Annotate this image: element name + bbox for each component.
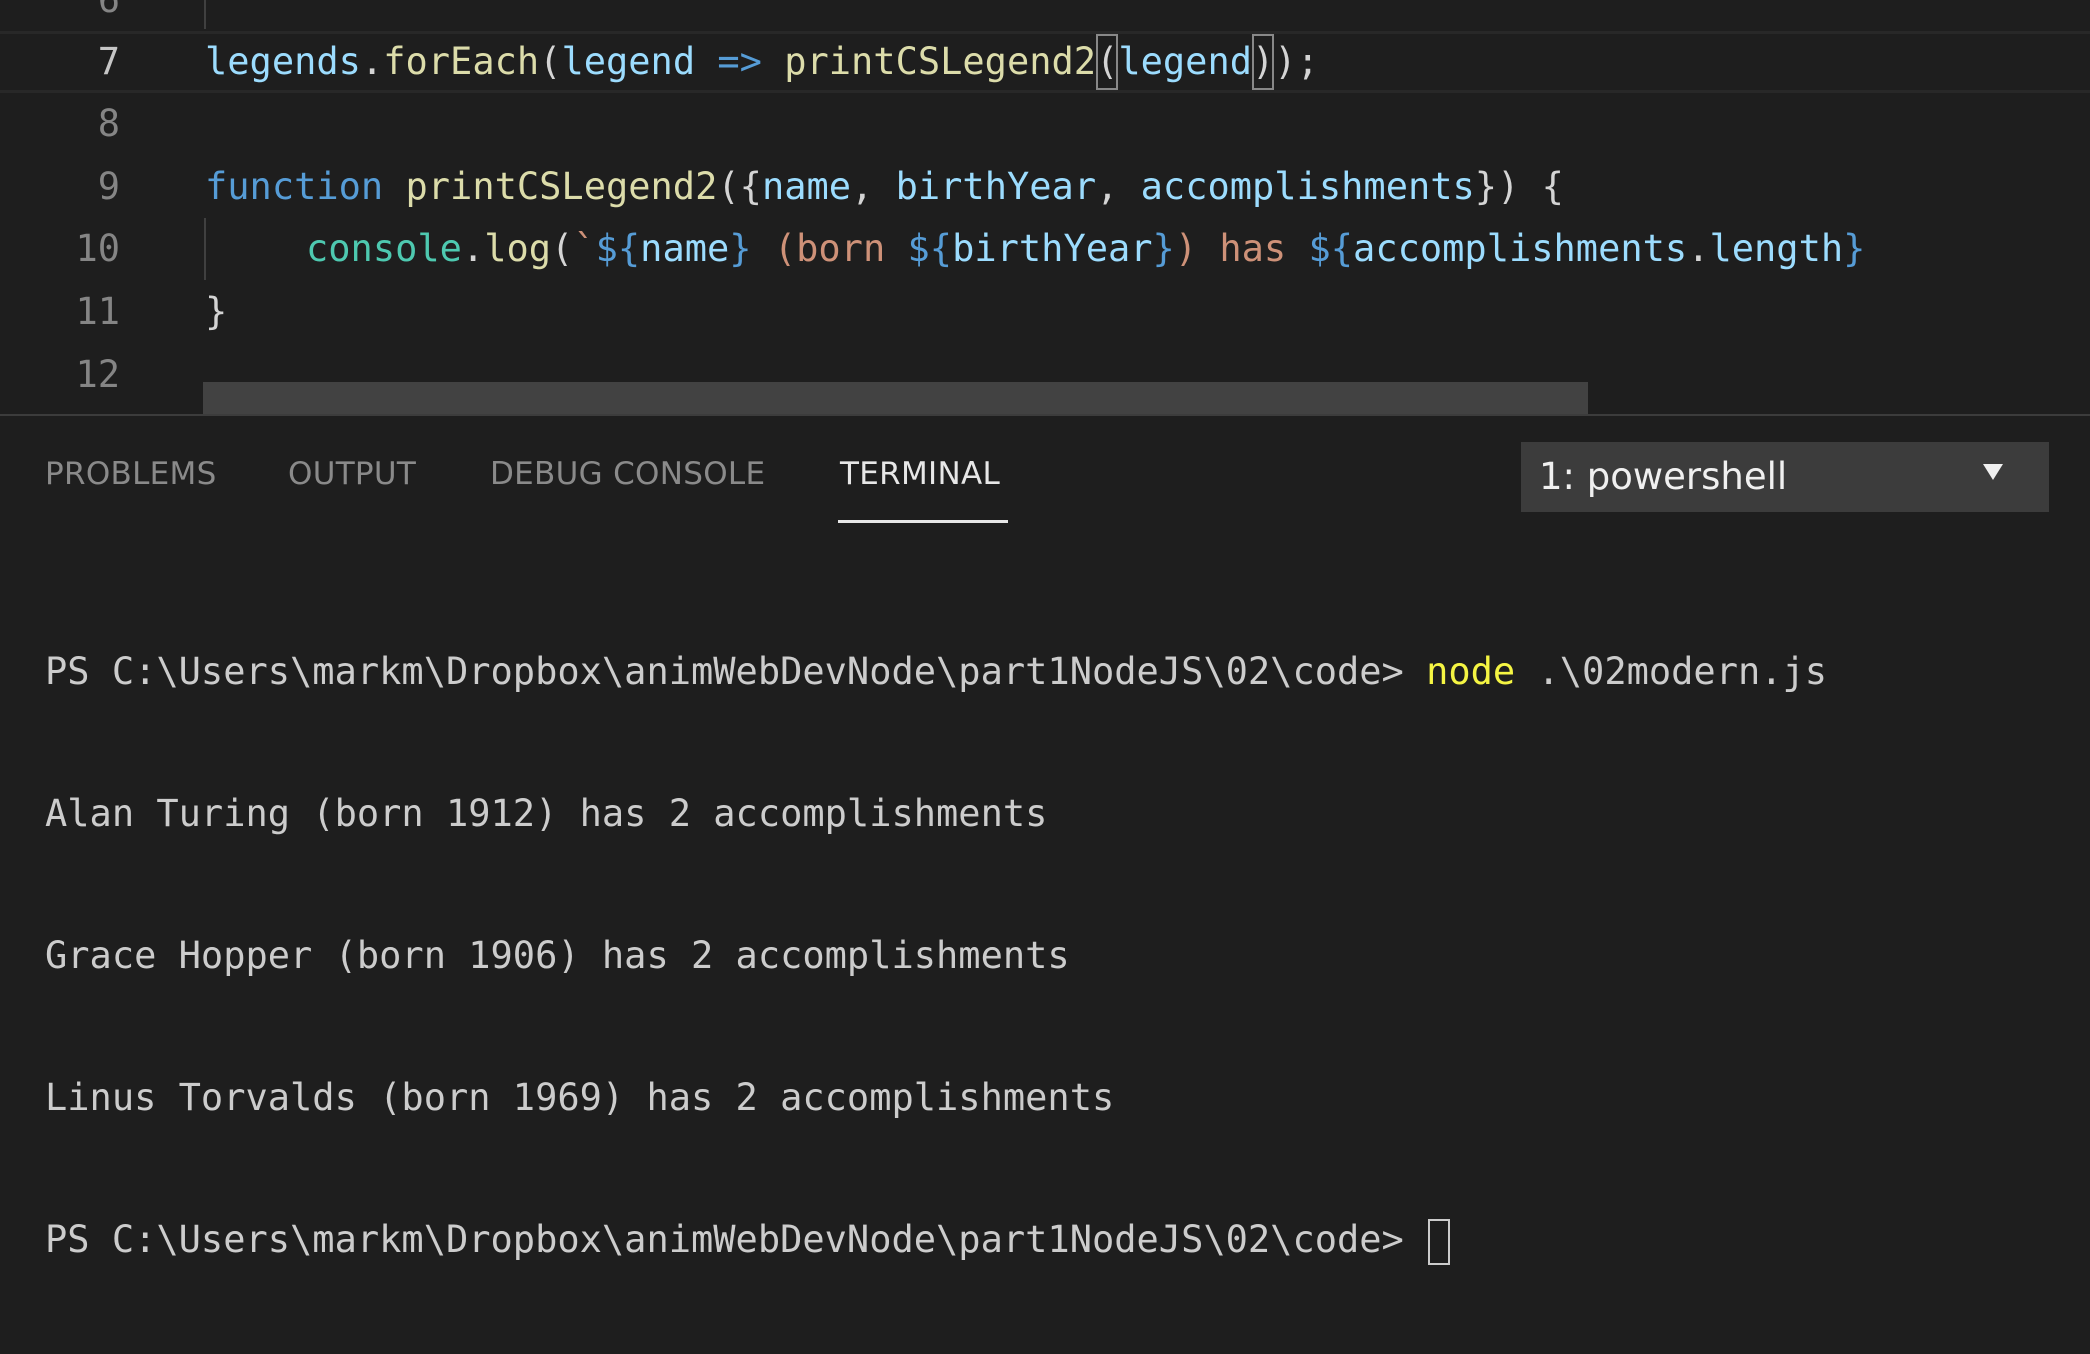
- line-number: 9: [97, 165, 120, 208]
- code-text: function printCSLegend2({name, birthYear…: [205, 165, 1564, 208]
- tab-problems[interactable]: PROBLEMS: [45, 456, 217, 492]
- terminal-line: PS C:\Users\markm\Dropbox\animWebDevNode…: [45, 1212, 2075, 1268]
- code-text: legends.forEach(legend => printCSLegend2…: [205, 34, 1319, 90]
- line-number: 11: [75, 290, 120, 333]
- terminal-select-dropdown[interactable]: 1: powershell: [1521, 442, 2049, 512]
- terminal-command-args: .\02modern.js: [1515, 650, 1828, 693]
- indent-guide: [204, 218, 206, 280]
- tab-terminal[interactable]: TERMINAL: [840, 456, 1000, 492]
- code-line-8[interactable]: 8: [0, 93, 2090, 155]
- terminal-prompt: PS C:\Users\markm\Dropbox\animWebDevNode…: [45, 650, 1427, 693]
- code-line-7[interactable]: 7 legends.forEach(legend => printCSLegen…: [0, 31, 2090, 93]
- matched-bracket-open: (: [1096, 34, 1119, 90]
- line-number: 8: [97, 102, 120, 145]
- horizontal-scrollbar[interactable]: [203, 382, 1588, 414]
- terminal-prompt: PS C:\Users\markm\Dropbox\animWebDevNode…: [45, 1218, 1427, 1261]
- matched-bracket-close: ): [1252, 34, 1275, 90]
- terminal-line: PS C:\Users\markm\Dropbox\animWebDevNode…: [45, 644, 2075, 700]
- terminal-output[interactable]: PS C:\Users\markm\Dropbox\animWebDevNode…: [45, 558, 2075, 1354]
- line-number: 6: [0, 0, 120, 31]
- code-text: console.log(`${name} (born ${birthYear})…: [306, 227, 1866, 270]
- terminal-line: Alan Turing (born 1912) has 2 accomplish…: [45, 792, 1048, 835]
- line-number: 7: [97, 40, 120, 83]
- line-number: 12: [75, 353, 120, 396]
- code-line-10[interactable]: 10 console.log(`${name} (born ${birthYea…: [0, 218, 2090, 280]
- code-line-9[interactable]: 9 function printCSLegend2({name, birthYe…: [0, 156, 2090, 218]
- line-number: 10: [75, 227, 120, 270]
- terminal-cursor[interactable]: [1428, 1218, 1451, 1265]
- terminal-select-value: 1: powershell: [1539, 455, 1788, 498]
- tab-debug-console[interactable]: DEBUG CONSOLE: [490, 456, 765, 492]
- code-line-6[interactable]: 6: [0, 0, 2090, 31]
- terminal-line: Linus Torvalds (born 1969) has 2 accompl…: [45, 1076, 1115, 1119]
- tab-output[interactable]: OUTPUT: [288, 456, 416, 492]
- indent-guide: [204, 0, 206, 29]
- terminal-line: Grace Hopper (born 1906) has 2 accomplis…: [45, 934, 1070, 977]
- bottom-panel: PROBLEMS OUTPUT DEBUG CONSOLE TERMINAL 1…: [0, 414, 2090, 1265]
- chevron-down-icon: [1983, 464, 2003, 480]
- terminal-command: node: [1426, 650, 1516, 693]
- code-text: }: [205, 290, 228, 333]
- code-line-11[interactable]: 11 }: [0, 281, 2090, 343]
- active-tab-indicator: [838, 520, 1008, 523]
- code-editor[interactable]: 6 7 legends.forEach(legend => printCSLeg…: [0, 0, 2090, 414]
